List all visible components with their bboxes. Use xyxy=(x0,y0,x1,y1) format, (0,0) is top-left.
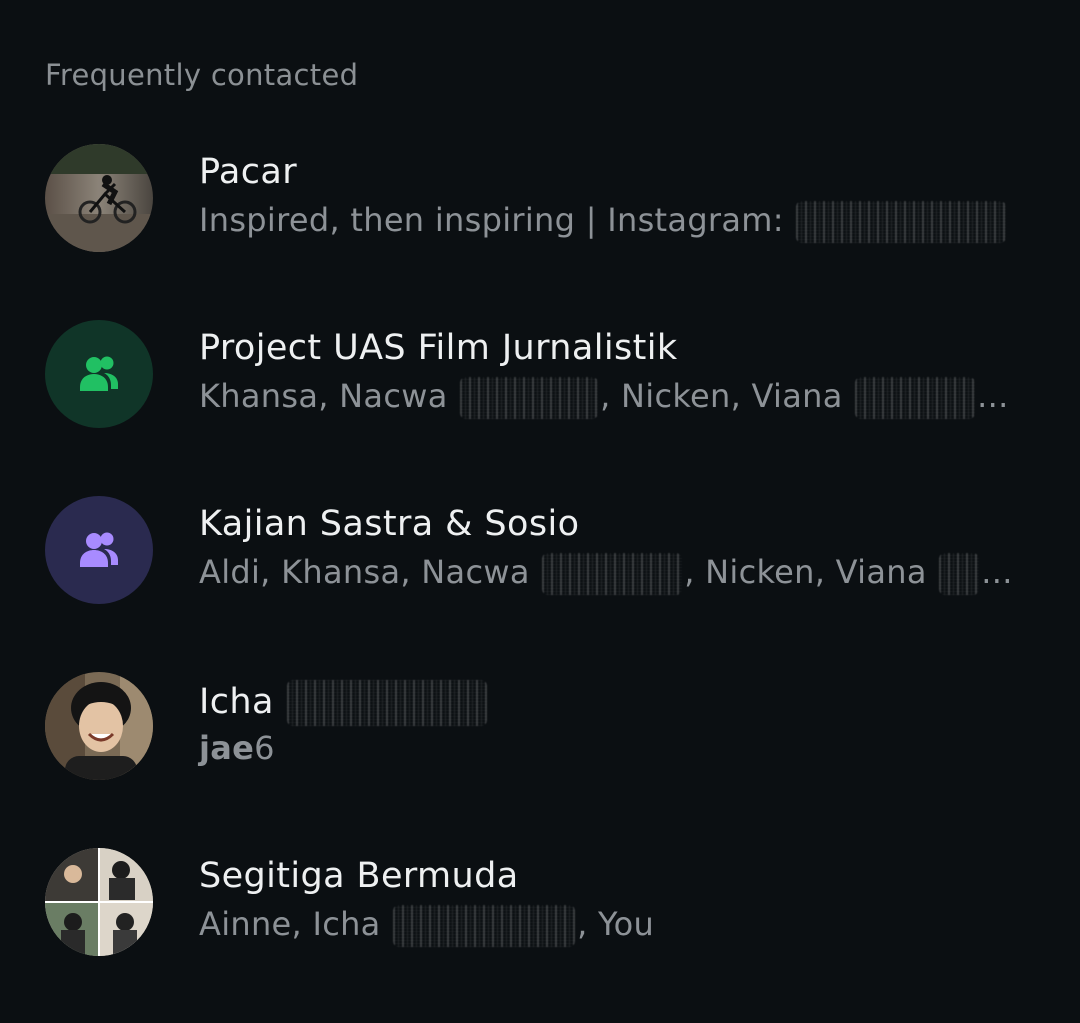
contact-name: Pacar xyxy=(199,152,298,192)
redacted-block xyxy=(855,377,976,419)
status-text: Inspired, then inspiring | Instagram: xyxy=(199,201,784,239)
members-text: , You xyxy=(577,905,655,943)
group-icon xyxy=(80,356,118,391)
redacted-block xyxy=(939,553,980,595)
name-text: Icha xyxy=(199,682,274,722)
contact-name: Project UAS Film Jurnalistik xyxy=(199,328,678,368)
members-text: , Nicken, Viana xyxy=(600,377,843,415)
contact-row-segitiga-bermuda[interactable]: Segitiga Bermuda Ainne, Icha , You xyxy=(0,848,1080,998)
status-bold: jae xyxy=(199,729,255,767)
contact-row-project-uas[interactable]: Project UAS Film Jurnalistik Khansa, Nac… xyxy=(0,320,1080,470)
contact-status: Inspired, then inspiring | Instagram: xyxy=(199,201,1008,243)
avatar-photo xyxy=(45,672,153,780)
group-icon xyxy=(80,532,118,567)
contact-status: jae6 xyxy=(199,729,275,767)
redacted-block xyxy=(287,680,488,726)
group-avatar xyxy=(45,320,153,428)
redacted-block xyxy=(542,553,683,595)
members-text: Khansa, Nacwa xyxy=(199,377,448,415)
group-members: Aldi, Khansa, Nacwa , Nicken, Viana ... xyxy=(199,553,1013,595)
section-title: Frequently contacted xyxy=(45,58,359,92)
contact-row-icha[interactable]: Icha jae6 xyxy=(0,672,1080,822)
contact-row-kajian-sastra[interactable]: Kajian Sastra & Sosio Aldi, Khansa, Nacw… xyxy=(0,496,1080,646)
group-members: Ainne, Icha , You xyxy=(199,905,654,947)
group-avatar xyxy=(45,496,153,604)
redacted-block xyxy=(796,201,1007,243)
ellipsis: ... xyxy=(981,553,1013,591)
contact-row-pacar[interactable]: Pacar Inspired, then inspiring | Instagr… xyxy=(0,144,1080,294)
avatar-photo xyxy=(45,848,153,956)
group-members: Khansa, Nacwa , Nicken, Viana ... xyxy=(199,377,1009,419)
contact-name: Icha xyxy=(199,680,489,726)
status-text: 6 xyxy=(254,729,275,767)
ellipsis: ... xyxy=(977,377,1009,415)
members-text: , Nicken, Viana xyxy=(684,553,927,591)
redacted-block xyxy=(460,377,599,419)
members-text: Aldi, Khansa, Nacwa xyxy=(199,553,530,591)
contact-name: Kajian Sastra & Sosio xyxy=(199,504,580,544)
members-text: Ainne, Icha xyxy=(199,905,381,943)
contact-name: Segitiga Bermuda xyxy=(199,856,519,896)
avatar-photo xyxy=(45,144,153,252)
contacts-screen: Frequently contacted Pacar Inspired, the… xyxy=(0,0,1080,1023)
redacted-block xyxy=(393,905,576,947)
